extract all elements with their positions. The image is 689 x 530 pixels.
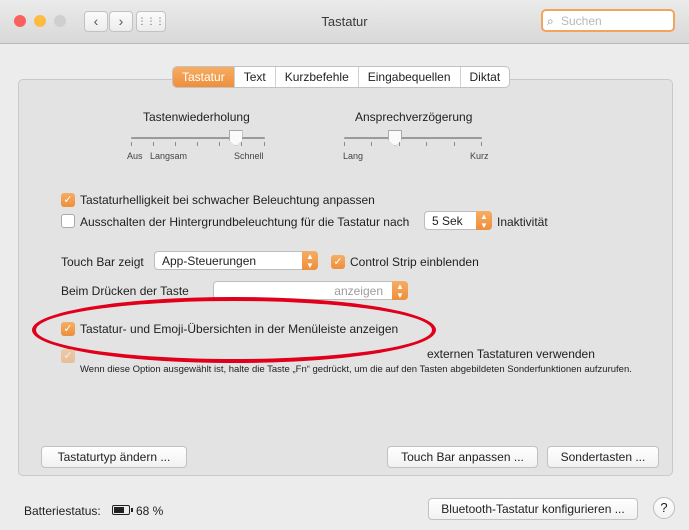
fn-key-value: anzeigen: [334, 284, 383, 298]
repeat-min-label: Aus: [127, 151, 143, 161]
checkmark-icon: ✓: [63, 350, 73, 362]
backlight-off-checkbox[interactable]: [61, 214, 75, 228]
brightness-label: Tastaturhelligkeit bei schwacher Beleuch…: [80, 193, 375, 207]
inactivity-label: Inaktivität: [497, 215, 548, 229]
bluetooth-keyboard-button[interactable]: Bluetooth-Tastatur konfigurieren ...: [428, 498, 638, 520]
battery-status-label: Batteriestatus:: [24, 504, 101, 518]
touchbar-value: App-Steuerungen: [162, 254, 257, 268]
search-icon: ⌕: [547, 14, 554, 28]
title-bar: ‹ › ⋮⋮⋮ Tastatur ⌕ Suchen: [0, 0, 689, 44]
help-button[interactable]: ?: [653, 497, 675, 519]
backlight-duration-value: 5 Sek: [432, 214, 463, 228]
tab-bar: Tastatur Text Kurzbefehle Eingabequellen…: [172, 66, 511, 88]
touchbar-popup[interactable]: App-Steuerungen ▲ ▼: [154, 251, 318, 270]
search-input[interactable]: ⌕ Suchen: [541, 9, 675, 32]
customize-touchbar-button[interactable]: Touch Bar anpassen ...: [387, 446, 538, 468]
popup-arrows-icon: ▲ ▼: [476, 211, 492, 230]
tab-eingabequellen[interactable]: Eingabequellen: [359, 67, 461, 87]
highlight-ring: [32, 297, 436, 363]
control-strip-label: Control Strip einblenden: [350, 255, 479, 269]
repeat-slider-label: Tastenwiederholung: [143, 110, 250, 124]
popup-arrows-icon: ▲ ▼: [302, 251, 318, 270]
popup-arrows-icon: ▲ ▼: [392, 281, 408, 300]
fn-key-label: Beim Drücken der Taste: [61, 284, 189, 298]
control-strip-checkbox[interactable]: ✓: [331, 255, 345, 269]
checkmark-icon: ✓: [63, 194, 73, 206]
touchbar-label: Touch Bar zeigt: [61, 255, 144, 269]
fkeys-checkbox[interactable]: ✓: [61, 349, 75, 363]
delay-slider-label: Ansprechverzögerung: [355, 110, 473, 124]
repeat-fast-label: Schnell: [234, 151, 264, 161]
fkeys-description: Wenn diese Option ausgewählt ist, halte …: [80, 364, 632, 375]
repeat-slow-label: Langsam: [150, 151, 188, 161]
help-icon: ?: [660, 500, 668, 515]
delay-long-label: Lang: [343, 151, 364, 161]
tab-diktat[interactable]: Diktat: [461, 67, 510, 87]
backlight-off-label: Ausschalten der Hintergrundbeleuchtung f…: [80, 215, 410, 229]
delay-slider-track[interactable]: [344, 137, 482, 139]
tab-tastatur[interactable]: Tastatur: [173, 67, 235, 87]
modifier-keys-button[interactable]: Sondertasten ...: [547, 446, 659, 468]
tab-kurzbefehle[interactable]: Kurzbefehle: [276, 67, 359, 87]
delay-short-label: Kurz: [470, 151, 489, 161]
battery-percent: 68 %: [136, 504, 164, 518]
checkmark-icon: ✓: [333, 256, 343, 268]
brightness-checkbox[interactable]: ✓: [61, 193, 75, 207]
backlight-duration-popup[interactable]: 5 Sek ▲ ▼: [424, 211, 492, 230]
tab-text[interactable]: Text: [235, 67, 276, 87]
battery-icon: [112, 505, 133, 515]
repeat-slider-track[interactable]: [131, 137, 265, 139]
change-keyboard-type-button[interactable]: Tastaturtyp ändern ...: [41, 446, 187, 468]
search-placeholder: Suchen: [561, 14, 602, 28]
fkeys-label: externen Tastaturen verwenden: [427, 347, 595, 361]
